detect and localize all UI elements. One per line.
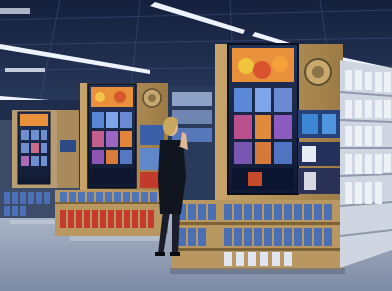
- store-aisle-photo: [0, 0, 392, 291]
- right-wall-shelving: [339, 60, 392, 268]
- kiosk-far-left: [12, 110, 79, 190]
- store-scene: [0, 0, 392, 291]
- kiosk-shadow: [170, 268, 345, 274]
- center-product-shelf: [55, 190, 165, 236]
